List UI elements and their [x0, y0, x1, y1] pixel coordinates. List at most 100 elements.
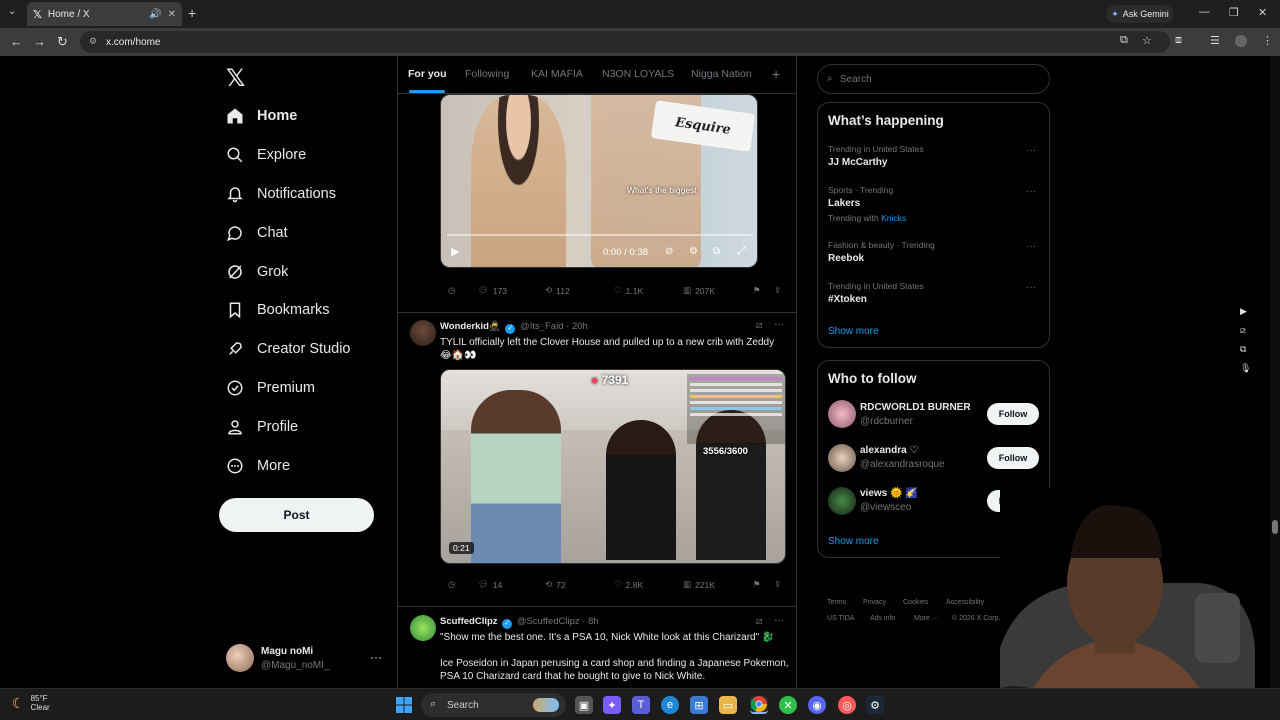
edge-icon[interactable]: e: [661, 696, 679, 714]
account-menu-icon[interactable]: ···: [370, 650, 382, 664]
address-bar[interactable]: ⚙ x.com/home: [80, 31, 1170, 53]
ask-gemini-button[interactable]: ✦ Ask Gemini: [1106, 5, 1174, 23]
browser-menu-icon[interactable]: ⋮: [1262, 34, 1273, 47]
show-more-link[interactable]: Show more: [828, 326, 879, 337]
search-input[interactable]: ⌕ Search: [817, 64, 1050, 94]
repost-button[interactable]: ⟲ 112: [545, 285, 570, 296]
file-explorer-icon[interactable]: ▭: [719, 696, 737, 714]
nav-bookmarks[interactable]: Bookmarks: [226, 296, 330, 324]
follow-button[interactable]: Follow: [987, 403, 1039, 425]
account-switcher[interactable]: Magu noMi @Magu_noMI_ ···: [226, 644, 386, 674]
weather-widget[interactable]: ☾ 85°F Clear: [12, 694, 50, 712]
site-info-icon[interactable]: ⚙: [89, 36, 97, 47]
tab-kai-mafia[interactable]: KAI MAFIA: [531, 68, 583, 80]
nav-profile[interactable]: Profile: [226, 413, 298, 441]
footer-us-tida[interactable]: US TIDA: [827, 615, 855, 622]
grok-analyze-icon[interactable]: ◷: [448, 579, 455, 590]
footer-cookies[interactable]: Cookies: [903, 599, 928, 606]
footer-accessibility[interactable]: Accessibility: [946, 599, 984, 606]
footer-more[interactable]: More ···: [914, 615, 939, 622]
repost-button[interactable]: ⟲ 72: [545, 579, 566, 590]
nav-notifications[interactable]: Notifications: [226, 180, 336, 208]
tab-list-chevron-icon[interactable]: ⌄: [8, 6, 16, 17]
nav-creator-studio[interactable]: Creator Studio: [226, 335, 351, 363]
like-button[interactable]: ♡ 2.8K: [614, 579, 643, 590]
avatar[interactable]: [828, 444, 856, 472]
footer-privacy[interactable]: Privacy: [863, 599, 886, 606]
settings-icon[interactable]: ⚙: [689, 246, 698, 257]
bookmark-icon[interactable]: ⚑: [753, 579, 761, 590]
mute-icon[interactable]: ⊘: [665, 246, 673, 257]
scrollbar-thumb[interactable]: [1272, 520, 1278, 534]
grok-analyze-icon[interactable]: ◷: [448, 285, 455, 296]
footer-ads-info[interactable]: Ads info: [870, 615, 895, 622]
author-name[interactable]: Wonderkid: [440, 321, 489, 332]
steam-icon[interactable]: ⚙: [866, 696, 884, 714]
nav-grok[interactable]: Grok: [226, 258, 288, 286]
play-icon[interactable]: ▶: [1240, 306, 1247, 317]
sidebar-tool-icon[interactable]: ⧄: [1240, 325, 1246, 336]
tab-following[interactable]: Following: [465, 68, 509, 80]
teams-icon[interactable]: T: [632, 696, 650, 714]
trend-name[interactable]: #Xtoken: [828, 294, 867, 305]
views-button[interactable]: ▥ 221K: [683, 579, 715, 590]
tab-nigga-nation[interactable]: Nigga Nation: [691, 68, 752, 80]
minimize-icon[interactable]: —: [1199, 6, 1210, 18]
cast-icon[interactable]: ⧉: [1120, 34, 1128, 47]
scrollbar[interactable]: [1270, 56, 1280, 688]
trend-name[interactable]: Reebok: [828, 253, 864, 264]
wtf-name[interactable]: views 🌞 🌠: [860, 488, 918, 499]
author-handle[interactable]: @ScuffedClipz: [517, 616, 580, 627]
nav-explore[interactable]: Explore: [226, 141, 306, 169]
trend-menu-icon[interactable]: ···: [1026, 282, 1036, 293]
tab-for-you[interactable]: For you: [408, 68, 447, 80]
pip-icon[interactable]: ⧉: [713, 246, 720, 257]
follow-button[interactable]: Follow: [987, 447, 1039, 469]
share-icon[interactable]: ⇪: [774, 579, 781, 590]
sidebar-tool-icon[interactable]: ⧉: [1240, 344, 1246, 355]
video-progress-bar[interactable]: [447, 234, 753, 236]
forward-icon[interactable]: →: [33, 34, 46, 49]
grok-icon[interactable]: ⧄: [756, 320, 762, 331]
post-menu-icon[interactable]: ···: [774, 615, 784, 626]
new-tab-button[interactable]: +: [188, 5, 196, 21]
nav-home[interactable]: Home: [226, 102, 297, 130]
browser-tab[interactable]: 𝕏 Home / X 🔊 ✕: [27, 2, 182, 26]
wtf-name[interactable]: alexandra ♡: [860, 445, 918, 456]
trend-name[interactable]: Lakers: [828, 198, 860, 209]
video-player[interactable]: ● 7391 3556/3600 0:21: [440, 369, 786, 564]
share-icon[interactable]: ⇪: [774, 285, 781, 296]
chrome-icon[interactable]: [750, 696, 768, 714]
trend-name[interactable]: JJ McCarthy: [828, 157, 887, 168]
add-tab-icon[interactable]: +: [772, 66, 780, 82]
windows-start-icon[interactable]: [395, 696, 413, 714]
show-more-link[interactable]: Show more: [828, 536, 879, 547]
restore-icon[interactable]: ❐: [1229, 6, 1239, 19]
trend-menu-icon[interactable]: ···: [1026, 145, 1036, 156]
nav-chat[interactable]: Chat: [226, 219, 288, 247]
views-button[interactable]: ▥ 207K: [683, 285, 715, 296]
reply-button[interactable]: 💬︎ 173: [478, 285, 507, 296]
nav-more[interactable]: More: [226, 452, 290, 480]
footer-terms[interactable]: Terms: [827, 599, 846, 606]
author-name[interactable]: ScuffedClipz: [440, 616, 498, 627]
video-player[interactable]: Esquire What's the biggest ▶ 0:00 / 0:38…: [440, 94, 758, 268]
wtf-name[interactable]: RDCWORLD1 BURNER: [860, 402, 971, 413]
post-button[interactable]: Post: [219, 498, 374, 532]
x-logo-icon[interactable]: 𝕏: [226, 64, 245, 93]
trend-menu-icon[interactable]: ···: [1026, 186, 1036, 197]
microphone-icon[interactable]: 🎙︎: [1240, 363, 1251, 374]
like-button[interactable]: ♡ 1.1K: [614, 285, 643, 296]
reload-icon[interactable]: ↻: [57, 34, 68, 50]
bookmark-icon[interactable]: ⚑: [753, 285, 761, 296]
grok-icon[interactable]: ⧄: [756, 616, 762, 627]
trend-sub-link[interactable]: Knicks: [881, 213, 906, 223]
task-view-icon[interactable]: ▣: [575, 696, 593, 714]
app-icon[interactable]: ◎: [838, 696, 856, 714]
author-handle[interactable]: @Its_Faid: [520, 321, 563, 332]
copilot-icon[interactable]: ✦: [603, 696, 621, 714]
taskbar-search[interactable]: ⌕ Search: [421, 693, 566, 717]
avatar[interactable]: [410, 320, 436, 346]
bookmark-star-icon[interactable]: ☆: [1142, 34, 1152, 47]
post-time[interactable]: 20h: [572, 321, 588, 332]
